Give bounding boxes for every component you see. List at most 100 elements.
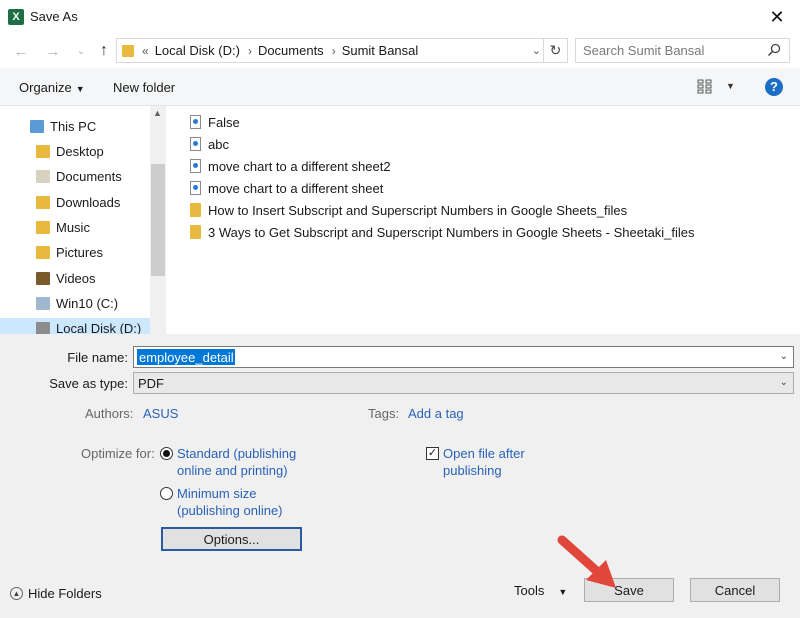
list-item[interactable]: move chart to a different sheet [190, 179, 383, 197]
up-arrow-icon[interactable]: ↑ [93, 40, 115, 62]
optimize-minimum-radio[interactable] [160, 487, 173, 500]
authors-label: Authors: [85, 406, 134, 421]
breadcrumb-separator-icon[interactable]: › [248, 44, 252, 58]
close-button[interactable]: ✕ [754, 0, 800, 34]
forward-arrow-icon[interactable]: → [42, 40, 64, 62]
option-text-line: online and printing) [177, 463, 288, 478]
list-item[interactable]: abc [190, 135, 229, 153]
scroll-up-icon[interactable]: ▲ [153, 108, 162, 118]
save-as-type-value: PDF [138, 376, 164, 391]
nav-item-documents[interactable]: Documents [36, 166, 122, 186]
folder-name: 3 Ways to Get Subscript and Superscript … [208, 224, 695, 240]
hide-folders-button[interactable]: ▲ Hide Folders [10, 586, 102, 601]
optimize-for-label: Optimize for: [81, 446, 155, 461]
open-after-publishing-label[interactable]: Open file after publishing [443, 445, 525, 479]
new-folder-button[interactable]: New folder [113, 80, 175, 95]
documents-folder-icon [36, 169, 50, 183]
back-arrow-icon[interactable]: ← [10, 40, 32, 62]
add-tag-link[interactable]: Add a tag [408, 406, 464, 421]
list-item[interactable]: move chart to a different sheet2 [190, 157, 391, 175]
help-icon[interactable]: ? [765, 78, 783, 96]
options-button[interactable]: Options... [161, 527, 302, 551]
scrollbar-thumb[interactable] [151, 164, 165, 276]
title-bar: X Save As ✕ [0, 0, 800, 34]
file-name-input[interactable] [137, 349, 235, 365]
breadcrumb-separator-icon[interactable]: › [332, 44, 336, 58]
nav-item-label: Desktop [56, 143, 104, 159]
tools-label: Tools [514, 583, 545, 598]
hide-folders-label: Hide Folders [28, 586, 102, 601]
caret-down-icon[interactable]: ▼ [726, 81, 735, 91]
collapse-up-icon: ▲ [10, 587, 23, 600]
file-list[interactable]: False abc move chart to a different shee… [166, 106, 800, 334]
window-title: Save As [30, 9, 78, 24]
nav-item-label: This PC [50, 118, 97, 134]
caret-down-icon: ▼ [558, 587, 568, 597]
chevron-down-icon[interactable]: ⌄ [532, 44, 541, 57]
search-input[interactable] [576, 39, 756, 62]
overflow-chevron-icon[interactable]: « [142, 44, 149, 58]
close-icon: ✕ [769, 6, 785, 27]
save-as-type-label: Save as type: [49, 376, 128, 391]
breadcrumb-local-disk[interactable]: Local Disk (D:) [155, 43, 240, 58]
breadcrumb-documents[interactable]: Documents [258, 43, 324, 58]
search-box[interactable] [575, 38, 790, 63]
navigation-scrollbar[interactable]: ▲ [150, 106, 166, 334]
tools-menu[interactable]: Tools ▼ [514, 583, 567, 598]
chevron-down-icon[interactable]: ⌄ [780, 377, 788, 388]
folder-name: How to Insert Subscript and Superscript … [208, 202, 628, 218]
nav-item-local-disk-d[interactable]: Local Disk (D:) [36, 318, 141, 334]
file-name: abc [208, 136, 229, 152]
address-bar[interactable]: « Local Disk (D:) › Documents › Sumit Ba… [116, 38, 568, 63]
folder-icon [190, 225, 201, 239]
save-as-type-select[interactable]: PDF ⌄ [133, 372, 794, 394]
drive-icon [36, 321, 50, 334]
command-toolbar: Organize ▼ New folder ▼ ? [0, 68, 800, 106]
list-item[interactable]: 3 Ways to Get Subscript and Superscript … [190, 223, 695, 241]
open-after-publishing-checkbox[interactable]: ✓ [426, 447, 439, 460]
nav-item-label: Music [56, 219, 90, 235]
music-folder-icon [36, 220, 50, 234]
file-name: False [208, 114, 240, 130]
caret-down-icon: ▼ [75, 84, 85, 94]
optimize-standard-label[interactable]: Standard (publishing online and printing… [177, 445, 296, 479]
nav-item-label: Win10 (C:) [56, 295, 119, 311]
nav-item-desktop[interactable]: Desktop [36, 141, 104, 161]
organize-menu[interactable]: Organize ▼ [19, 80, 85, 95]
view-options-icon[interactable] [697, 79, 715, 95]
document-icon [190, 181, 201, 195]
chevron-down-icon[interactable]: ⌄ [780, 351, 788, 362]
refresh-icon[interactable]: ↻ [543, 39, 567, 62]
file-name-field[interactable]: ⌄ [133, 346, 794, 368]
search-icon[interactable] [767, 43, 781, 57]
drive-icon [36, 296, 50, 310]
recent-locations-chevron-icon[interactable]: ⌄ [70, 40, 92, 62]
navigation-bar: ← → ⌄ ↑ « Local Disk (D:) › Documents › … [0, 34, 800, 68]
breadcrumb-sumit-bansal[interactable]: Sumit Bansal [342, 43, 419, 58]
document-icon [190, 115, 201, 129]
optimize-minimum-label[interactable]: Minimum size (publishing online) [177, 485, 283, 519]
optimize-standard-radio[interactable] [160, 447, 173, 460]
list-item[interactable]: False [190, 113, 240, 131]
nav-item-videos[interactable]: Videos [36, 268, 96, 288]
nav-item-pictures[interactable]: Pictures [36, 242, 103, 262]
save-options-panel: File name: ⌄ Save as type: PDF ⌄ Authors… [0, 334, 800, 618]
videos-folder-icon [36, 271, 50, 285]
save-button[interactable]: Save [584, 578, 674, 602]
nav-item-music[interactable]: Music [36, 217, 90, 237]
file-name: move chart to a different sheet [208, 180, 384, 196]
option-text-line: Minimum size [177, 486, 257, 501]
authors-value[interactable]: ASUS [143, 406, 178, 421]
file-name-label: File name: [67, 350, 128, 365]
option-text-line: Open file after [443, 446, 525, 461]
nav-item-this-pc[interactable]: This PC [30, 116, 96, 136]
nav-item-downloads[interactable]: Downloads [36, 192, 120, 212]
downloads-folder-icon [36, 195, 50, 209]
cancel-button[interactable]: Cancel [690, 578, 780, 602]
list-item[interactable]: How to Insert Subscript and Superscript … [190, 201, 627, 219]
nav-item-label: Downloads [56, 194, 121, 210]
nav-item-win10-c[interactable]: Win10 (C:) [36, 293, 118, 313]
file-name: move chart to a different sheet2 [208, 158, 391, 174]
navigation-pane[interactable]: This PC Desktop Documents Downloads Musi… [0, 106, 166, 334]
excel-app-icon: X [8, 9, 24, 25]
